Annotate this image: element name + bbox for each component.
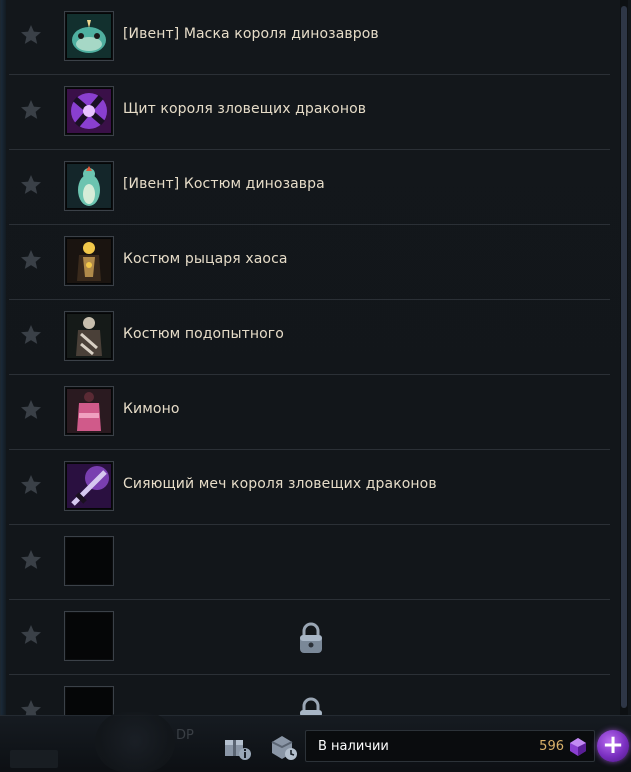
list-item[interactable]: [9, 525, 610, 600]
item-slot[interactable]: [64, 311, 114, 361]
package-timer-icon: [271, 736, 297, 760]
purple-gem-icon: [570, 738, 586, 756]
list-item[interactable]: Костюм рыцаря хаоса: [9, 225, 610, 300]
item-slot[interactable]: [64, 386, 114, 436]
favorite-star-icon[interactable]: [19, 548, 43, 572]
item-name: Костюм подопытного: [123, 326, 284, 342]
list-item[interactable]: [Ивент] Костюм динозавра: [9, 150, 610, 225]
list-item[interactable]: [9, 600, 610, 675]
lock-icon: [300, 622, 322, 653]
dragon-king-sword-icon: [67, 464, 111, 508]
list-item[interactable]: [9, 675, 610, 715]
favorite-star-icon[interactable]: [19, 98, 43, 122]
list-item[interactable]: [Ивент] Маска короля динозавров: [9, 0, 610, 75]
favorite-star-icon[interactable]: [19, 173, 43, 197]
list-item[interactable]: Костюм подопытного: [9, 300, 610, 375]
package-timer-button[interactable]: [268, 731, 298, 761]
item-name: Кимоно: [123, 401, 180, 417]
bottom-left-panel: [10, 750, 58, 768]
gift-info-icon: [225, 740, 251, 760]
available-balance-field: В наличии 596: [305, 730, 595, 762]
list-item[interactable]: Кимоно: [9, 375, 610, 450]
item-list: [Ивент] Маска короля динозавров Щит коро…: [9, 0, 610, 715]
dinosaur-king-mask-icon: [67, 14, 111, 58]
list-item[interactable]: Сияющий меч короля зловещих драконов: [9, 450, 610, 525]
plus-icon: +: [602, 730, 624, 760]
balance-amount: 596: [539, 739, 564, 754]
list-item[interactable]: Щит короля зловещих драконов: [9, 75, 610, 150]
favorite-star-icon[interactable]: [19, 623, 43, 647]
empty-item-slot[interactable]: [64, 686, 114, 715]
scrollbar-thumb[interactable]: [621, 6, 627, 708]
favorite-star-icon[interactable]: [19, 398, 43, 422]
item-slot[interactable]: [64, 11, 114, 61]
item-name: Щит короля зловещих драконов: [123, 101, 367, 117]
empty-item-slot[interactable]: [64, 536, 114, 586]
favorite-star-icon[interactable]: [19, 323, 43, 347]
chaos-knight-costume-icon: [67, 239, 111, 283]
item-slot[interactable]: [64, 236, 114, 286]
add-currency-button[interactable]: +: [597, 730, 629, 762]
lock-icon: [300, 697, 322, 715]
item-name: [Ивент] Костюм динозавра: [123, 176, 325, 192]
gift-info-button[interactable]: [222, 731, 252, 761]
available-label: В наличии: [318, 739, 389, 754]
item-name: [Ивент] Маска короля динозавров: [123, 26, 379, 42]
favorite-star-icon[interactable]: [19, 248, 43, 272]
dragon-king-shield-icon: [67, 89, 111, 133]
panel-left-border: [1, 0, 6, 715]
item-name: Костюм рыцаря хаоса: [123, 251, 288, 267]
bottom-bar: DP В наличии 596 +: [0, 712, 631, 772]
item-slot[interactable]: [64, 86, 114, 136]
item-name: Сияющий меч короля зловещих драконов: [123, 476, 437, 492]
test-subject-costume-icon: [67, 314, 111, 358]
dinosaur-costume-icon: [67, 164, 111, 208]
favorite-star-icon[interactable]: [19, 698, 43, 715]
item-slot[interactable]: [64, 161, 114, 211]
favorite-star-icon[interactable]: [19, 473, 43, 497]
background-emblem: [95, 712, 175, 772]
kimono-icon: [67, 389, 111, 433]
item-slot[interactable]: [64, 461, 114, 511]
empty-item-slot[interactable]: [64, 611, 114, 661]
favorite-star-icon[interactable]: [19, 23, 43, 47]
dp-label: DP: [176, 728, 194, 743]
item-list-panel: [Ивент] Маска короля динозавров Щит коро…: [0, 0, 631, 715]
